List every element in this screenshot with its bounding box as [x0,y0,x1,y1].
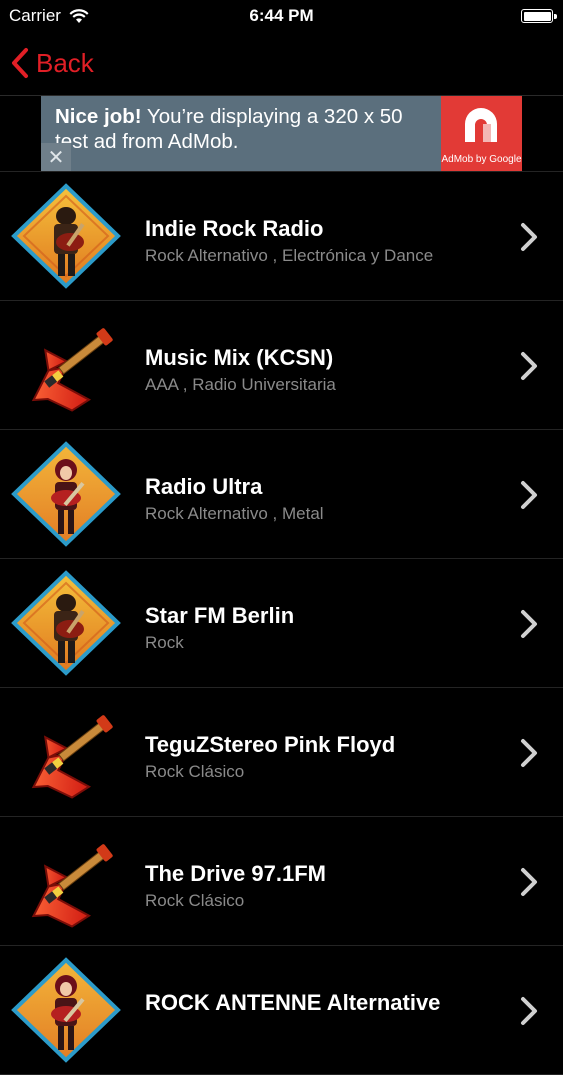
station-list: Indie Rock Radio Rock Alternativo , Elec… [0,172,563,1075]
station-subtitle: Rock Alternativo , Electrónica y Dance [145,246,434,265]
ad-headline: Nice job! [55,105,142,128]
station-subtitle: Rock Alternativo , Metal [145,504,324,523]
red-guitar-icon [10,698,122,806]
battery-icon [521,9,557,23]
chevron-left-icon [12,48,28,78]
station-row-4[interactable]: Star FM Berlin Rock [0,559,563,688]
ad-close-button[interactable]: ✕ [41,143,71,171]
station-row-7[interactable]: ROCK ANTENNE Alternative [0,946,563,1075]
station-subtitle: Rock Clásico [145,762,245,781]
red-guitar-icon [10,827,122,935]
station-subtitle: AAA , Radio Universitaria [145,375,336,394]
chevron-right-icon [521,223,537,251]
wifi-icon [69,8,89,23]
navigation-bar: Back [0,32,563,96]
chevron-right-icon [521,352,537,380]
station-title: Radio Ultra [145,474,263,499]
chevron-right-icon [521,868,537,896]
status-bar: Carrier 6:44 PM [0,0,563,32]
station-title: Indie Rock Radio [145,216,324,241]
station-row-1[interactable]: Indie Rock Radio Rock Alternativo , Elec… [0,172,563,301]
red-guitar-icon [10,311,122,419]
chevron-right-icon [521,997,537,1025]
female-rocker-diamond-icon [10,956,122,1064]
station-title: Star FM Berlin [145,603,295,628]
rocker-diamond-icon [10,569,122,677]
station-title: TeguZStereo Pink Floyd [145,732,396,757]
station-subtitle: Rock [145,633,184,652]
female-rocker-diamond-icon [10,440,122,548]
back-label: Back [36,47,94,78]
chevron-right-icon [521,610,537,638]
ad-text: Nice job! You’re displaying a 320 x 50 t… [41,96,441,171]
station-title: ROCK ANTENNE Alternative [145,990,441,1015]
close-icon: ✕ [47,146,65,169]
ad-logo-caption: AdMob by Google [441,154,522,165]
station-row-2[interactable]: Music Mix (KCSN) AAA , Radio Universitar… [0,301,563,430]
station-row-6[interactable]: The Drive 97.1FM Rock Clásico [0,817,563,946]
back-button[interactable]: Back [10,45,94,81]
status-right [521,9,563,23]
station-title: Music Mix (KCSN) [145,345,334,370]
station-title: The Drive 97.1FM [145,861,326,886]
station-subtitle: Rock Clásico [145,891,245,910]
station-row-3[interactable]: Radio Ultra Rock Alternativo , Metal [0,430,563,559]
admob-icon [465,108,497,142]
station-row-5[interactable]: TeguZStereo Pink Floyd Rock Clásico [0,688,563,817]
admob-logo: AdMob by Google [441,96,522,171]
carrier-label: Carrier [9,6,61,25]
status-left: Carrier [0,6,89,26]
chevron-right-icon [521,739,537,767]
ad-banner[interactable]: Nice job! You’re displaying a 320 x 50 t… [41,96,522,171]
rocker-diamond-icon [10,182,122,290]
chevron-right-icon [521,481,537,509]
